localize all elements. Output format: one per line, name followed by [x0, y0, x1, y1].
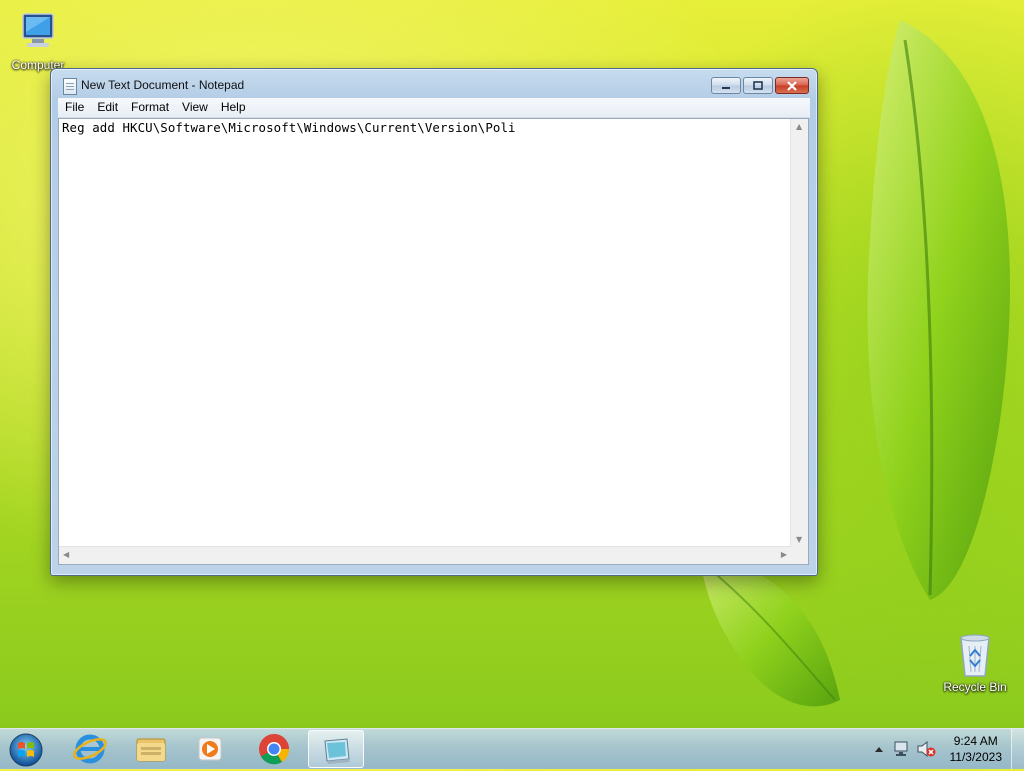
maximize-button[interactable]	[743, 77, 773, 94]
internet-explorer-icon	[73, 734, 107, 764]
text-editor-area[interactable]: Reg add HKCU\Software\Microsoft\Windows\…	[58, 118, 809, 565]
volume-muted-icon[interactable]	[916, 740, 936, 758]
menu-format[interactable]: Format	[124, 98, 175, 114]
start-orb-icon	[9, 733, 43, 767]
desktop-icon-computer[interactable]: Computer	[2, 10, 74, 72]
minimize-button[interactable]	[711, 77, 741, 94]
scroll-left-icon[interactable]: ◀	[63, 551, 69, 559]
window-title: New Text Document - Notepad	[81, 78, 245, 92]
menu-bar: File Edit Format View Help	[58, 98, 810, 118]
system-tray: 9:24 AM 11/3/2023	[864, 729, 1024, 769]
menu-edit[interactable]: Edit	[90, 98, 124, 114]
show-hidden-icons-icon[interactable]	[874, 744, 884, 754]
desktop-icon-recycle-bin[interactable]: Recycle Bin	[939, 632, 1011, 694]
taskbar-chrome[interactable]	[246, 730, 302, 768]
maximize-icon	[753, 81, 763, 90]
menu-view[interactable]: View	[175, 98, 214, 114]
media-player-icon	[198, 737, 222, 761]
size-grip[interactable]	[791, 547, 808, 564]
scroll-down-icon[interactable]: ▼	[796, 536, 802, 544]
scroll-up-icon[interactable]: ▲	[796, 123, 802, 131]
chrome-icon	[259, 734, 290, 765]
taskbar: 9:24 AM 11/3/2023	[0, 728, 1024, 769]
recycle-bin-icon	[960, 634, 990, 677]
start-button[interactable]	[6, 730, 46, 768]
taskbar-notepad[interactable]	[308, 730, 364, 768]
clock-time: 9:24 AM	[953, 734, 998, 748]
notepad-icon	[324, 738, 350, 764]
notepad-icon	[63, 78, 77, 95]
computer-icon	[22, 13, 54, 47]
title-bar[interactable]: New Text Document - Notepad	[51, 69, 817, 99]
menu-help[interactable]: Help	[214, 98, 252, 114]
vertical-scrollbar[interactable]: ▲ ▼	[790, 119, 808, 547]
clock[interactable]: 9:24 AM 11/3/2023	[950, 733, 1003, 765]
desktop-icon-label: Recycle Bin	[943, 680, 1007, 694]
taskbar-file-explorer[interactable]	[123, 730, 179, 768]
minimize-icon	[722, 86, 730, 89]
close-icon	[787, 80, 797, 91]
menu-file[interactable]: File	[58, 98, 90, 114]
close-button[interactable]	[775, 77, 809, 94]
taskbar-media-player[interactable]	[182, 730, 238, 768]
file-explorer-icon	[136, 738, 166, 762]
network-icon[interactable]	[892, 740, 910, 758]
taskbar-internet-explorer[interactable]	[62, 730, 118, 768]
document-text[interactable]: Reg add HKCU\Software\Microsoft\Windows\…	[62, 120, 516, 135]
show-desktop-button[interactable]	[1011, 729, 1024, 769]
scroll-right-icon[interactable]: ▶	[781, 551, 787, 559]
horizontal-scrollbar[interactable]: ◀ ▶	[59, 546, 791, 564]
clock-date: 11/3/2023	[949, 750, 1003, 764]
notepad-window: New Text Document - Notepad File Edit Form…	[50, 68, 818, 576]
